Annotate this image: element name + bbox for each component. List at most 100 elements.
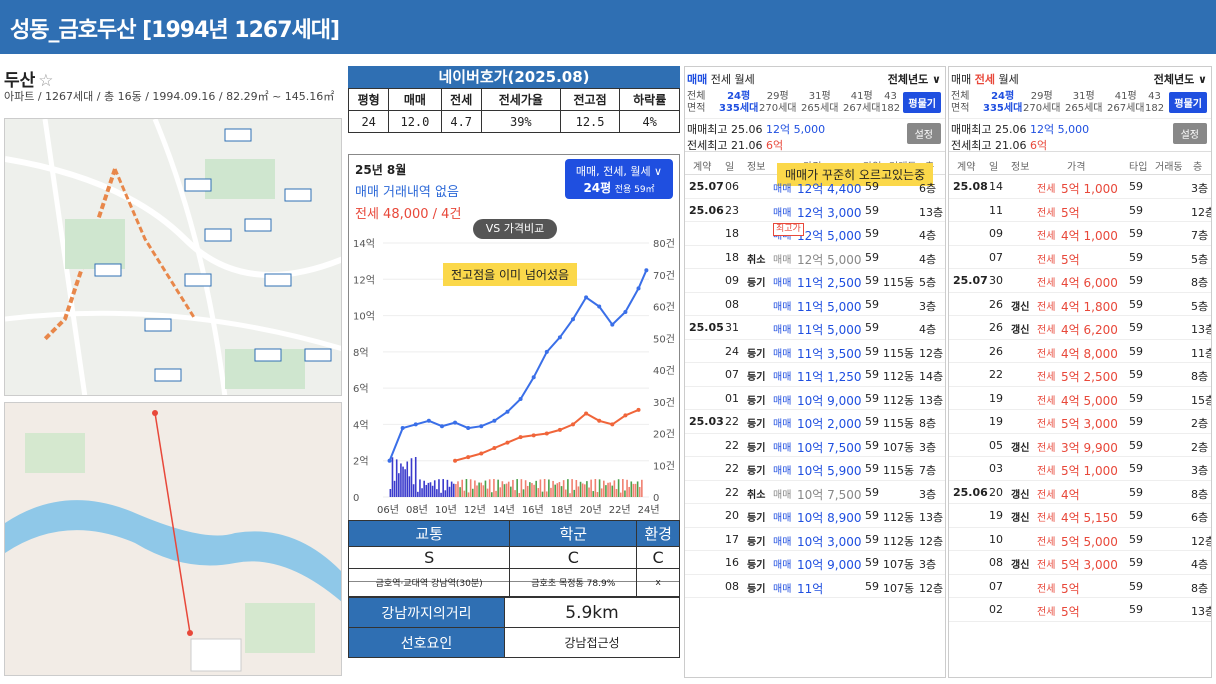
tab-jeonse[interactable]: 전세 bbox=[711, 73, 731, 86]
table-row[interactable]: 18 취소 매매 12억 5,000 59 4층 bbox=[685, 246, 945, 269]
table-row[interactable]: 25.07 06 매매 12억 4,400 59 6층 bbox=[685, 175, 945, 199]
volume-bar bbox=[442, 479, 444, 497]
map-region[interactable] bbox=[4, 402, 342, 676]
size-43[interactable]: 43 182 bbox=[881, 91, 900, 115]
data-point bbox=[571, 422, 575, 427]
volume-bar bbox=[592, 491, 595, 497]
volume-bar bbox=[501, 481, 504, 497]
table-row[interactable]: 10 전세 5억 5,000 59 12층 bbox=[949, 528, 1211, 551]
pyeong-button-2[interactable]: 평물기 bbox=[1169, 92, 1207, 113]
table-row[interactable]: 25.06 23 매매 12억 3,000 59 13층 bbox=[685, 199, 945, 222]
table-row[interactable]: 19 전세 5억 3,000 59 2층 bbox=[949, 410, 1211, 434]
table-row[interactable]: 03 전세 5억 1,000 59 3층 bbox=[949, 457, 1211, 481]
contract-day: 08 bbox=[989, 556, 1003, 569]
volume-bar bbox=[482, 485, 485, 497]
table-row[interactable]: 16 등기 매매 10억 9,000 59 107동 3층 bbox=[685, 551, 945, 575]
size-29[interactable]: 29평 270세대 bbox=[759, 91, 797, 115]
table-row[interactable]: 09 전세 4억 1,000 59 7층 bbox=[949, 222, 1211, 246]
table-row[interactable]: 25.08 14 전세 5억 1,000 59 3층 bbox=[949, 175, 1211, 199]
table-row[interactable]: 07 전세 5억 59 8층 bbox=[949, 575, 1211, 598]
size-29-2[interactable]: 29평 270세대 bbox=[1023, 91, 1061, 115]
settings-button-2[interactable]: 설정 bbox=[1172, 123, 1207, 144]
building: 112동 bbox=[883, 370, 915, 383]
floor: 8층 bbox=[1191, 276, 1209, 289]
building: 115동 bbox=[883, 464, 915, 477]
trade-type-button[interactable]: 매매, 전세, 월세 ∨ 24평 전용 59㎡ bbox=[565, 159, 673, 199]
table-row[interactable]: 08 매매 11억 5,000 59 3층 bbox=[685, 293, 945, 316]
settings-button[interactable]: 설정 bbox=[906, 123, 941, 144]
tab-monthly-2[interactable]: 월세 bbox=[999, 73, 1019, 86]
table-row[interactable]: 22 취소 매매 10억 7,500 59 3층 bbox=[685, 481, 945, 504]
building: 107동 bbox=[883, 440, 915, 454]
volume-bar bbox=[626, 479, 628, 497]
floor: 5층 bbox=[1191, 252, 1209, 266]
table-row[interactable]: 08 갱신 전세 5억 3,000 59 4층 bbox=[949, 551, 1211, 575]
table-row[interactable]: 26 갱신 전세 4억 1,800 59 5층 bbox=[949, 293, 1211, 316]
table-row[interactable]: 25.07 30 전세 4억 6,000 59 8층 bbox=[949, 269, 1211, 293]
size-24[interactable]: 24평 335세대 bbox=[719, 91, 758, 115]
info-tag: 등기 bbox=[747, 583, 766, 595]
size-24-2[interactable]: 24평 335세대 bbox=[983, 91, 1022, 115]
table-row[interactable]: 20 등기 매매 10억 8,900 59 112동 13층 bbox=[685, 504, 945, 528]
building: 115동 bbox=[883, 346, 915, 360]
volume-bar bbox=[567, 479, 569, 497]
size-31[interactable]: 31평 265세대 bbox=[801, 91, 839, 115]
map-local[interactable] bbox=[4, 118, 342, 396]
table-row[interactable]: 17 등기 매매 10억 3,000 59 112동 12층 bbox=[685, 528, 945, 551]
data-point bbox=[584, 411, 589, 416]
trade-kind: 매매 bbox=[773, 419, 792, 430]
period-dropdown-2[interactable]: 전체년도 ∨ bbox=[1154, 71, 1207, 87]
table-row[interactable]: 22 등기 매매 10억 7,500 59 107동 3층 bbox=[685, 434, 945, 457]
price: 11억 2,500 bbox=[797, 276, 862, 290]
table-row[interactable]: 07 등기 매매 11억 1,250 59 112동 14층 bbox=[685, 363, 945, 387]
x-tick-label: 24년 bbox=[638, 504, 660, 516]
tab-sale[interactable]: 매매 bbox=[687, 73, 707, 86]
volume-bar bbox=[558, 482, 561, 497]
volume-bar bbox=[412, 484, 415, 497]
type: 59 bbox=[865, 391, 879, 405]
tab-monthly[interactable]: 월세 bbox=[735, 73, 755, 86]
table-row[interactable]: 26 전세 4억 8,000 59 11층 bbox=[949, 340, 1211, 363]
table-row[interactable]: 07 전세 5억 59 5층 bbox=[949, 246, 1211, 269]
table-row[interactable]: 11 전세 5억 59 12층 bbox=[949, 199, 1211, 222]
size-41-2[interactable]: 41평 267세대 bbox=[1107, 91, 1145, 115]
table-row[interactable]: 05 갱신 전세 3억 9,900 59 2층 bbox=[949, 434, 1211, 457]
table-row[interactable]: 26 갱신 전세 4억 6,200 59 13층 bbox=[949, 316, 1211, 340]
tab-sale-2[interactable]: 매매 bbox=[951, 73, 971, 86]
pyeong-button[interactable]: 평물기 bbox=[903, 92, 941, 113]
data-point bbox=[453, 420, 458, 425]
trade-kind: 전세 bbox=[1037, 301, 1056, 313]
table-row[interactable]: 09 등기 매매 11억 2,500 59 115동 5층 bbox=[685, 269, 945, 293]
table-row[interactable]: 01 등기 매매 10억 9,000 59 112동 13층 bbox=[685, 387, 945, 410]
table-row[interactable]: 18 매매 12억 5,000 59 4층 최고가 bbox=[685, 222, 945, 246]
table-row[interactable]: 08 등기 매매 11억 59 107동 12층 bbox=[685, 575, 945, 598]
table-row[interactable]: 22 등기 매매 10억 5,900 59 115동 7층 bbox=[685, 457, 945, 481]
cell-drop-rate: 4% bbox=[619, 110, 680, 133]
floor: 8층 bbox=[1191, 581, 1209, 595]
volume-bar bbox=[594, 479, 597, 497]
size-31-2[interactable]: 31평 265세대 bbox=[1065, 91, 1103, 115]
floor: 3층 bbox=[919, 558, 937, 571]
period-dropdown[interactable]: 전체년도 ∨ bbox=[888, 71, 941, 87]
table-row[interactable]: 25.05 31 매매 11억 5,000 59 4층 bbox=[685, 316, 945, 340]
type: 59 bbox=[1129, 250, 1143, 264]
volume-bar bbox=[493, 479, 495, 497]
table-row[interactable]: 25.06 20 갱신 전세 4억 59 8층 bbox=[949, 481, 1211, 504]
trade-kind: 전세 bbox=[1037, 560, 1056, 571]
table-row[interactable]: 19 갱신 전세 4억 5,150 59 6층 bbox=[949, 504, 1211, 528]
volume-bar bbox=[440, 492, 442, 497]
contract-month: 25.06 bbox=[689, 203, 724, 217]
tab-jeonse-2[interactable]: 전세 bbox=[975, 73, 995, 86]
contract-month: 25.08 bbox=[953, 180, 988, 193]
floor: 13층 bbox=[1191, 605, 1211, 618]
volume-bar bbox=[404, 469, 406, 497]
table-row[interactable]: 25.03 22 등기 매매 10억 2,000 59 115동 8층 bbox=[685, 410, 945, 434]
table-row[interactable]: 24 등기 매매 11억 3,500 59 115동 12층 bbox=[685, 340, 945, 363]
table-row[interactable]: 02 전세 5억 59 13층 bbox=[949, 598, 1211, 622]
vs-compare-button[interactable]: VS 가격비교 bbox=[473, 219, 557, 239]
table-row[interactable]: 19 전세 4억 5,000 59 15층 bbox=[949, 387, 1211, 410]
size-43-2[interactable]: 43 182 bbox=[1145, 91, 1164, 115]
size-41[interactable]: 41평 267세대 bbox=[843, 91, 881, 115]
table-row[interactable]: 22 전세 5억 2,500 59 8층 bbox=[949, 363, 1211, 387]
volume-bar bbox=[505, 483, 508, 497]
